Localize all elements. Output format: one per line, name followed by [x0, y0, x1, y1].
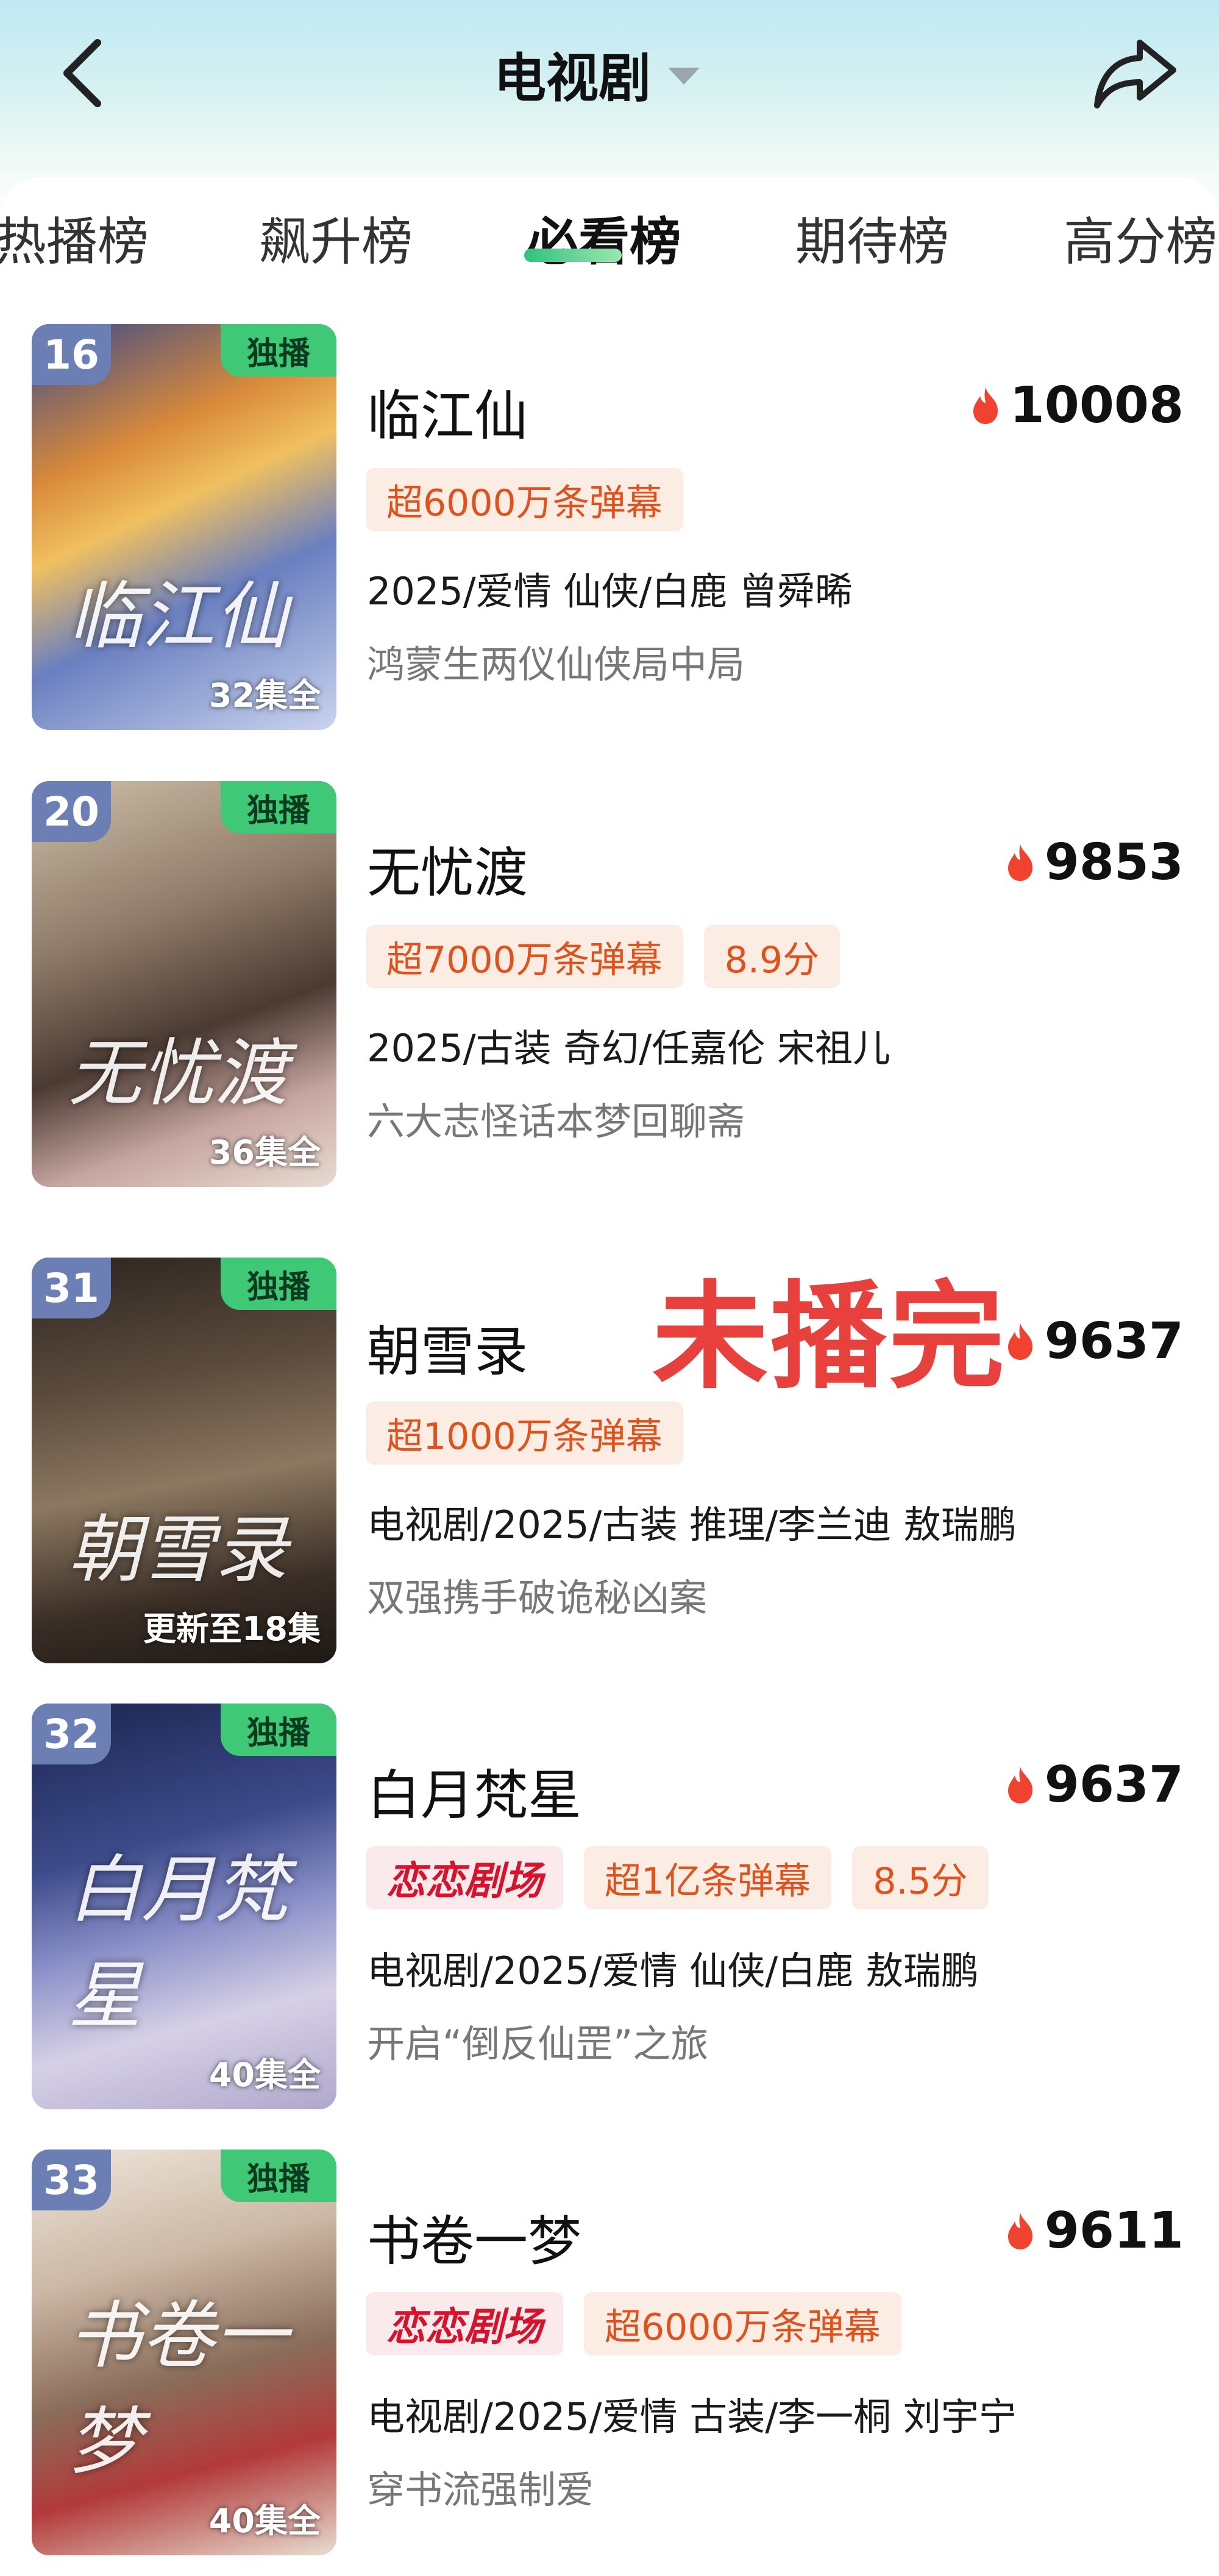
show-meta: 电视剧/2025/爱情 古装/李一桐 刘宇宁	[367, 2394, 1017, 2439]
exclusive-badge: 独播	[221, 1704, 336, 1756]
episode-count: 32集全	[208, 676, 321, 715]
list-item[interactable]: 白月梵星 32 独播 40集全 白月梵星 9637 恋恋剧场 超1亿条弹幕 8.…	[0, 1704, 1219, 2118]
tag-row: 超1000万条弹幕	[366, 1401, 683, 1465]
show-title[interactable]: 白月梵星	[367, 1752, 581, 1830]
tag-row: 超6000万条弹幕	[366, 468, 683, 531]
exclusive-badge: 独播	[221, 781, 336, 833]
share-icon[interactable]	[1091, 34, 1182, 113]
poster-title-art: 无忧渡	[68, 1031, 288, 1116]
show-title[interactable]: 书卷一梦	[367, 2198, 581, 2276]
chevron-down-icon	[668, 68, 700, 85]
show-description: 开启“倒反仙罡”之旅	[367, 2022, 709, 2066]
score-tag: 8.9分	[703, 925, 841, 988]
flame-icon	[1008, 1766, 1032, 1803]
poster-title-art: 白月梵星	[68, 1848, 288, 2039]
danmaku-tag: 超7000万条弹幕	[366, 925, 683, 988]
rank-badge: 31	[32, 1258, 111, 1318]
back-arrow-icon[interactable]	[55, 37, 110, 110]
active-tab-indicator	[524, 249, 622, 262]
list-item[interactable]: 书卷一梦 33 独播 40集全 书卷一梦 9611 恋恋剧场 超6000万条弹幕…	[0, 2150, 1219, 2564]
show-meta: 2025/爱情 仙侠/白鹿 曾舜晞	[367, 569, 853, 614]
flame-icon	[973, 387, 998, 424]
tag-row: 恋恋剧场 超1亿条弹幕 8.5分	[366, 1846, 989, 1909]
channel-selector[interactable]: 电视剧	[494, 37, 700, 110]
poster-title-art: 临江仙	[68, 575, 288, 659]
show-meta: 电视剧/2025/爱情 仙侠/白鹿 敖瑞鹏	[367, 1948, 979, 1993]
list-item[interactable]: 无忧渡 20 独播 36集全 无忧渡 9853 超7000万条弹幕 8.9分 2…	[0, 781, 1219, 1195]
ranking-tabs: 热播榜 飙升榜 必看榜 期待榜 高分榜	[0, 177, 1219, 280]
tab-high-score[interactable]: 高分榜	[1064, 201, 1217, 275]
tab-rising[interactable]: 飙升榜	[259, 201, 413, 275]
show-description: 双强携手破诡秘凶案	[367, 1576, 708, 1620]
episode-count: 40集全	[208, 2056, 321, 2094]
poster-title-art: 书卷一梦	[68, 2294, 288, 2485]
show-description: 鸿蒙生两仪仙侠局中局	[367, 642, 745, 687]
flame-icon	[1008, 1323, 1032, 1360]
heat-score: 9637	[1004, 1312, 1184, 1370]
exclusive-badge: 独播	[221, 1258, 336, 1310]
poster-title-art: 朝雪录	[68, 1508, 288, 1593]
list-item[interactable]: 朝雪录 31 独播 更新至18集 朝雪录 9637 超1000万条弹幕 电视剧/…	[0, 1258, 1219, 1672]
heat-score: 9611	[1004, 2202, 1184, 2260]
score-tag: 8.5分	[852, 1846, 989, 1909]
rank-badge: 16	[32, 324, 111, 385]
danmaku-tag: 超1000万条弹幕	[366, 1401, 683, 1465]
flame-icon	[1008, 844, 1032, 881]
danmaku-tag: 超6000万条弹幕	[584, 2292, 901, 2355]
episode-count: 36集全	[208, 1133, 321, 1172]
annotation-not-finished: 未播完	[652, 1270, 1008, 1404]
tag-row: 超7000万条弹幕 8.9分	[366, 925, 841, 988]
tab-must-watch[interactable]: 必看榜	[527, 201, 681, 275]
rank-badge: 32	[32, 1704, 111, 1764]
love-theater-logo: 恋恋剧场	[366, 1846, 563, 1909]
show-title[interactable]: 朝雪录	[367, 1309, 528, 1386]
poster-image[interactable]: 书卷一梦 33 独播 40集全	[32, 2150, 336, 2555]
heat-score: 9637	[1004, 1756, 1184, 1814]
exclusive-badge: 独播	[221, 324, 336, 377]
love-theater-logo: 恋恋剧场	[366, 2292, 563, 2355]
poster-image[interactable]: 无忧渡 20 独播 36集全	[32, 781, 336, 1187]
danmaku-tag: 超1亿条弹幕	[584, 1846, 832, 1909]
show-description: 穿书流强制爱	[367, 2468, 594, 2512]
episode-count: 40集全	[208, 2502, 321, 2540]
poster-image[interactable]: 临江仙 16 独播 32集全	[32, 324, 336, 730]
rank-badge: 33	[32, 2150, 111, 2210]
list-item[interactable]: 临江仙 16 独播 32集全 临江仙 10008 超6000万条弹幕 2025/…	[0, 324, 1219, 738]
rank-badge: 20	[32, 781, 111, 842]
heat-score: 10008	[970, 377, 1184, 434]
heat-score: 9853	[1004, 833, 1184, 891]
show-title[interactable]: 临江仙	[367, 373, 528, 450]
tab-anticipated[interactable]: 期待榜	[795, 201, 949, 275]
show-meta: 电视剧/2025/古装 推理/李兰迪 敖瑞鹏	[367, 1502, 1017, 1547]
show-meta: 2025/古装 奇幻/任嘉伦 宋祖儿	[367, 1026, 890, 1070]
poster-image[interactable]: 朝雪录 31 独播 更新至18集	[32, 1258, 336, 1663]
poster-image[interactable]: 白月梵星 32 独播 40集全	[32, 1704, 336, 2109]
tag-row: 恋恋剧场 超6000万条弹幕	[366, 2292, 901, 2355]
episode-count: 更新至18集	[143, 1610, 321, 1648]
show-title[interactable]: 无忧渡	[367, 830, 528, 907]
channel-title: 电视剧	[494, 48, 651, 109]
danmaku-tag: 超6000万条弹幕	[366, 468, 683, 531]
tab-hot[interactable]: 热播榜	[0, 201, 149, 275]
exclusive-badge: 独播	[221, 2150, 336, 2202]
flame-icon	[1008, 2212, 1032, 2249]
show-description: 六大志怪话本梦回聊斋	[367, 1099, 745, 1144]
